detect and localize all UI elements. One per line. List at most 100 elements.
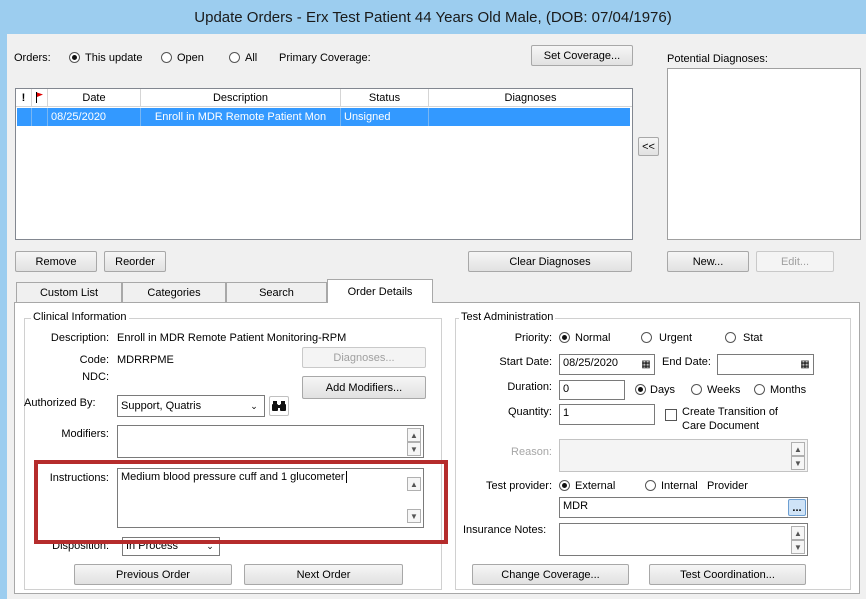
tab-search[interactable]: Search <box>226 282 327 303</box>
priority-stat-label[interactable]: Stat <box>743 332 763 344</box>
modifiers-label: Modifiers: <box>61 428 109 440</box>
instructions-highlight-box <box>34 460 448 544</box>
potential-diagnoses-label: Potential Diagnoses: <box>667 53 768 65</box>
edit-diagnosis-button[interactable]: Edit... <box>756 251 834 272</box>
remove-button[interactable]: Remove <box>15 251 97 272</box>
reorder-button[interactable]: Reorder <box>104 251 166 272</box>
potential-diagnoses-list[interactable] <box>667 68 861 240</box>
insurance-notes-label: Insurance Notes: <box>463 524 547 536</box>
description-column-header[interactable]: Description <box>141 89 341 107</box>
chevron-down-icon: ⌄ <box>250 400 258 411</box>
priority-column-header[interactable]: ! <box>16 89 32 107</box>
row-priority-cell <box>17 108 32 126</box>
binoculars-search-button[interactable] <box>269 396 289 416</box>
next-order-button[interactable]: Next Order <box>244 564 403 585</box>
orders-label: Orders: <box>14 52 51 64</box>
modifiers-field[interactable]: ▲ ▼ <box>117 425 424 458</box>
orders-open-radio[interactable] <box>161 52 172 63</box>
add-modifiers-button[interactable]: Add Modifiers... <box>302 376 426 399</box>
provider-internal-label[interactable]: Internal <box>661 480 698 492</box>
priority-urgent-label[interactable]: Urgent <box>659 332 692 344</box>
diagnoses-column-header[interactable]: Diagnoses <box>429 89 632 107</box>
quantity-value: 1 <box>563 407 570 419</box>
provider-lookup-button[interactable]: ... <box>788 499 806 516</box>
provider-value: MDR <box>563 500 589 512</box>
move-diagnosis-left-button[interactable]: << <box>638 137 659 156</box>
provider-label: Provider <box>707 480 748 492</box>
authorized-by-select[interactable]: Support, Quatris ⌄ <box>117 395 265 417</box>
previous-order-button[interactable]: Previous Order <box>74 564 232 585</box>
reason-field[interactable]: ▲ ▼ <box>559 439 808 472</box>
ndc-label: NDC: <box>82 371 109 383</box>
flag-column-header[interactable] <box>32 89 48 107</box>
orders-open-label[interactable]: Open <box>177 52 204 64</box>
orders-this-update-label[interactable]: This update <box>85 52 142 64</box>
provider-external-label[interactable]: External <box>575 480 615 492</box>
end-date-label: End Date: <box>662 356 711 368</box>
set-coverage-button[interactable]: Set Coverage... <box>531 45 633 66</box>
duration-field[interactable]: 0 <box>559 380 625 400</box>
primary-coverage-label: Primary Coverage: <box>279 52 371 64</box>
transition-of-care-label-line2[interactable]: Care Document <box>682 420 759 432</box>
scroll-up-icon[interactable]: ▲ <box>791 526 805 540</box>
exclamation-icon: ! <box>21 91 26 104</box>
priority-urgent-radio[interactable] <box>641 332 652 343</box>
priority-normal-radio[interactable] <box>559 332 570 343</box>
orders-all-radio[interactable] <box>229 52 240 63</box>
quantity-field[interactable]: 1 <box>559 404 655 425</box>
authorized-by-label: Authorized By: <box>24 397 96 409</box>
tab-custom-list[interactable]: Custom List <box>16 282 122 303</box>
row-description-cell: Enroll in MDR Remote Patient Mon <box>141 108 341 126</box>
table-row[interactable]: 08/25/2020 Enroll in MDR Remote Patient … <box>17 108 630 126</box>
clinical-information-title: Clinical Information <box>31 311 129 323</box>
provider-internal-radio[interactable] <box>645 480 656 491</box>
diagnoses-button[interactable]: Diagnoses... <box>302 347 426 368</box>
duration-weeks-radio[interactable] <box>691 384 702 395</box>
scroll-down-icon[interactable]: ▼ <box>407 442 421 456</box>
calendar-icon[interactable]: ▦ <box>799 358 811 370</box>
duration-value: 0 <box>563 383 570 395</box>
provider-field[interactable]: MDR <box>559 497 808 518</box>
start-date-label: Start Date: <box>499 356 552 368</box>
window-title: Update Orders - Erx Test Patient 44 Year… <box>194 8 672 26</box>
scroll-down-icon[interactable]: ▼ <box>791 540 805 554</box>
duration-days-radio[interactable] <box>635 384 646 395</box>
quantity-label: Quantity: <box>507 406 552 418</box>
duration-months-radio[interactable] <box>754 384 765 395</box>
orders-grid[interactable]: ! Date Description Status Diagnoses 08/2… <box>15 88 633 240</box>
binoculars-icon <box>272 401 286 411</box>
code-label: Code: <box>79 354 109 366</box>
window-title-bar: Update Orders - Erx Test Patient 44 Year… <box>0 0 866 34</box>
start-date-field[interactable]: 08/25/2020 ▦ <box>559 354 655 375</box>
date-column-header[interactable]: Date <box>48 89 141 107</box>
scroll-up-icon[interactable]: ▲ <box>791 442 805 456</box>
start-date-value: 08/25/2020 <box>563 357 619 369</box>
duration-days-label[interactable]: Days <box>650 384 675 396</box>
row-flag-cell <box>32 108 48 126</box>
priority-stat-radio[interactable] <box>725 332 736 343</box>
end-date-field[interactable]: ▦ <box>717 354 814 375</box>
calendar-icon[interactable]: ▦ <box>640 358 652 370</box>
tab-order-details[interactable]: Order Details <box>327 279 433 303</box>
transition-of-care-checkbox[interactable] <box>665 409 677 421</box>
orders-all-label[interactable]: All <box>245 52 257 64</box>
change-coverage-button[interactable]: Change Coverage... <box>472 564 629 585</box>
provider-external-radio[interactable] <box>559 480 570 491</box>
scroll-up-icon[interactable]: ▲ <box>407 428 421 442</box>
row-status-cell: Unsigned <box>341 108 429 126</box>
new-diagnosis-button[interactable]: New... <box>667 251 749 272</box>
insurance-notes-field[interactable]: ▲ ▼ <box>559 523 808 556</box>
transition-of-care-label-line1[interactable]: Create Transition of <box>682 406 778 418</box>
scroll-down-icon[interactable]: ▼ <box>791 456 805 470</box>
duration-weeks-label[interactable]: Weeks <box>707 384 740 396</box>
duration-months-label[interactable]: Months <box>770 384 806 396</box>
description-label: Description: <box>50 332 109 344</box>
test-coordination-button[interactable]: Test Coordination... <box>649 564 806 585</box>
priority-normal-label[interactable]: Normal <box>575 332 610 344</box>
status-column-header[interactable]: Status <box>341 89 429 107</box>
row-date-cell: 08/25/2020 <box>48 108 141 126</box>
clear-diagnoses-button[interactable]: Clear Diagnoses <box>468 251 632 272</box>
red-flag-icon <box>36 92 43 103</box>
orders-this-update-radio[interactable] <box>69 52 80 63</box>
tab-categories[interactable]: Categories <box>122 282 226 303</box>
